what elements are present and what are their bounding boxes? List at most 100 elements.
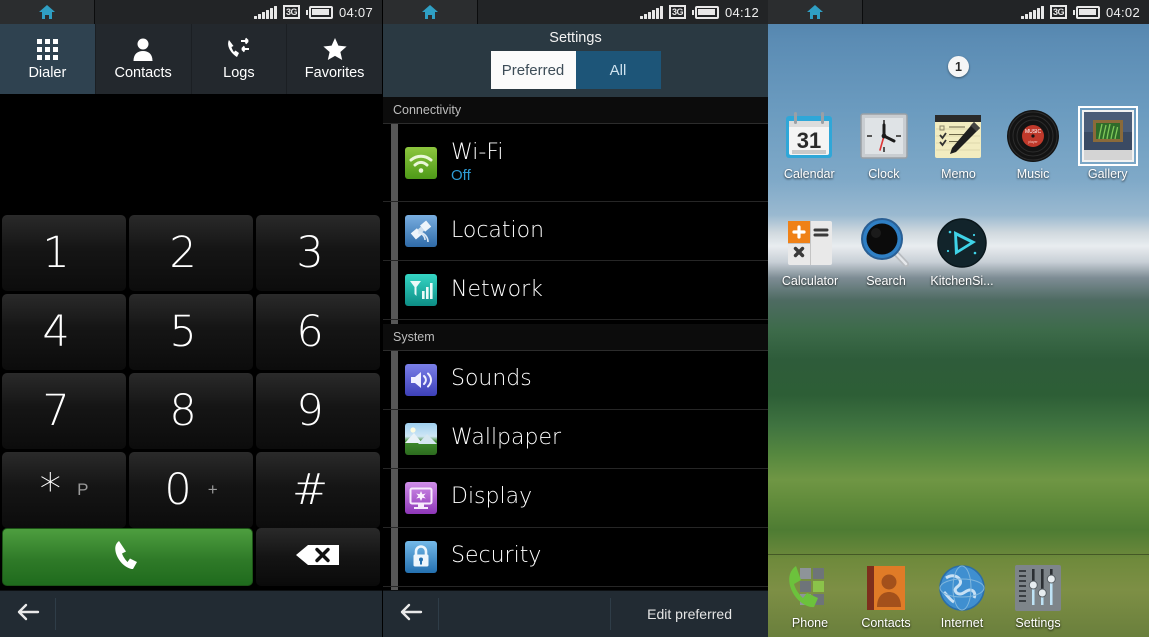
- dock-item-contacts[interactable]: Contacts: [848, 562, 924, 630]
- settings-row-label: Location: [451, 217, 545, 243]
- dialpad-key-7[interactable]: 7: [2, 373, 126, 449]
- dialpad-key-6[interactable]: 6: [256, 294, 380, 370]
- dialpad-key-8[interactable]: 8: [129, 373, 253, 449]
- app-icon-calculator[interactable]: Calculator: [772, 215, 848, 288]
- dialpad-key-star[interactable]: * P: [2, 452, 126, 528]
- dock-label: Contacts: [861, 616, 911, 630]
- dialpad-key-5[interactable]: 5: [129, 294, 253, 370]
- dialpad-key-2[interactable]: 2: [129, 215, 253, 291]
- home-icon[interactable]: [768, 0, 863, 24]
- section-header-connectivity: Connectivity: [383, 97, 768, 124]
- memo-notepad-icon: [930, 108, 986, 164]
- dialpad-key-9[interactable]: 9: [256, 373, 380, 449]
- dialpad-key-0[interactable]: 0 +: [129, 452, 253, 528]
- app-icon-memo[interactable]: Memo: [921, 108, 996, 181]
- tab-logs-label: Logs: [223, 65, 255, 81]
- settings-row-sounds[interactable]: Sounds: [383, 351, 768, 410]
- settings-row-location[interactable]: Location: [383, 202, 768, 261]
- segment-all[interactable]: All: [575, 51, 661, 89]
- settings-row-wallpaper[interactable]: Wallpaper: [383, 410, 768, 469]
- app-icon-kitchensink[interactable]: KitchenSi...: [924, 215, 1000, 288]
- key-main: 7: [42, 385, 70, 436]
- nav-divider: [438, 598, 439, 630]
- tab-contacts[interactable]: Contacts: [96, 24, 192, 94]
- back-button[interactable]: [0, 603, 55, 626]
- key-main: 2: [169, 227, 197, 278]
- dock-item-settings[interactable]: Settings: [1000, 562, 1076, 630]
- tab-favorites-label: Favorites: [304, 65, 365, 81]
- dialpad-key-4[interactable]: 4: [2, 294, 126, 370]
- photo-frame-icon: [1080, 108, 1136, 164]
- dock-item-internet[interactable]: Internet: [924, 562, 1000, 630]
- signal-bars-icon: [640, 5, 663, 19]
- app-icon-clock[interactable]: Clock: [847, 108, 922, 181]
- backspace-button[interactable]: [255, 528, 380, 586]
- settings-screen: 3G 04:12 Settings Preferred All Connecti…: [383, 0, 768, 637]
- settings-list-connectivity[interactable]: Wi-Fi Off Location Network: [383, 124, 768, 324]
- signal-bars-icon: [254, 5, 277, 19]
- dialed-number-display[interactable]: [0, 94, 382, 215]
- dialer-tab-bar: Dialer Contacts Logs Favorites: [0, 24, 382, 94]
- status-bar-home: 3G 04:02: [768, 0, 1149, 24]
- app-label: KitchenSi...: [930, 274, 994, 288]
- page-indicator[interactable]: 1: [768, 56, 1149, 77]
- call-button[interactable]: [2, 528, 253, 586]
- app-label: Search: [866, 274, 906, 288]
- key-main: 6: [296, 306, 324, 357]
- key-sub: +: [207, 480, 218, 499]
- status-clock: 04:07: [338, 4, 373, 20]
- dock-label: Internet: [940, 616, 984, 630]
- app-label: Clock: [868, 167, 900, 181]
- home-icon[interactable]: [383, 0, 478, 24]
- landscape-icon: [405, 422, 437, 455]
- satellite-icon: [405, 215, 437, 247]
- app-icon-music[interactable]: MUSIC player Music: [996, 108, 1071, 181]
- key-main: *: [39, 464, 62, 515]
- app-icon-search[interactable]: Search: [848, 215, 924, 288]
- settings-row-text: Wallpaper: [451, 426, 561, 450]
- status-indicators: 3G 04:12: [640, 0, 768, 24]
- segmented-control-wrap: Preferred All: [383, 51, 768, 97]
- tab-dialer[interactable]: Dialer: [0, 24, 96, 94]
- key-main: 8: [169, 385, 197, 436]
- edit-preferred-button[interactable]: Edit preferred: [611, 606, 768, 622]
- settings-row-wifi[interactable]: Wi-Fi Off: [383, 124, 768, 202]
- backspace-icon: [295, 543, 341, 572]
- dialpad-key-3[interactable]: 3: [256, 215, 380, 291]
- dialpad-key-hash[interactable]: #: [256, 452, 380, 528]
- calculator-icon: [782, 215, 838, 271]
- dock-item-phone[interactable]: Phone: [772, 562, 848, 630]
- settings-list-system[interactable]: Sounds Wallpaper Display Security: [383, 350, 768, 590]
- home-dock: Phone Contacts Internet Settings: [768, 554, 1149, 637]
- settings-row-display[interactable]: Display: [383, 469, 768, 528]
- app-icon-gallery[interactable]: Gallery: [1070, 108, 1145, 181]
- network-signal-icon: [405, 274, 437, 306]
- settings-row-network[interactable]: Network: [383, 261, 768, 320]
- segment-preferred[interactable]: Preferred: [490, 51, 576, 89]
- settings-row-security[interactable]: Security: [383, 528, 768, 587]
- app-icon-calendar[interactable]: 31 Calendar: [772, 108, 847, 181]
- tab-dialer-label: Dialer: [28, 65, 67, 81]
- tab-logs[interactable]: Logs: [192, 24, 288, 94]
- home-screen: 3G 04:02 1 31 Calendar Clock Memo MUSIC …: [768, 0, 1149, 637]
- tab-contacts-label: Contacts: [114, 65, 172, 81]
- settings-row-label: Wallpaper: [451, 425, 562, 451]
- section-header-system: System: [383, 323, 768, 351]
- key-main: 3: [296, 227, 324, 278]
- dialpad-key-1[interactable]: 1: [2, 215, 126, 291]
- nav-divider: [55, 598, 56, 630]
- person-icon: [132, 37, 154, 61]
- tab-favorites[interactable]: Favorites: [287, 24, 382, 94]
- settings-nav-bar: Edit preferred: [383, 590, 768, 637]
- phone-keypad-icon: [784, 562, 836, 614]
- key-main: #: [291, 464, 329, 515]
- settings-row-text: Sounds: [451, 367, 532, 391]
- home-icon[interactable]: [0, 0, 95, 24]
- back-arrow-icon: [16, 603, 40, 626]
- svg-text:31: 31: [797, 128, 821, 153]
- speaker-icon: [405, 363, 437, 396]
- page-indicator-dot[interactable]: 1: [948, 56, 969, 77]
- contacts-book-icon: [860, 562, 912, 614]
- network-type-badge: 3G: [668, 5, 686, 19]
- back-button[interactable]: [383, 603, 438, 626]
